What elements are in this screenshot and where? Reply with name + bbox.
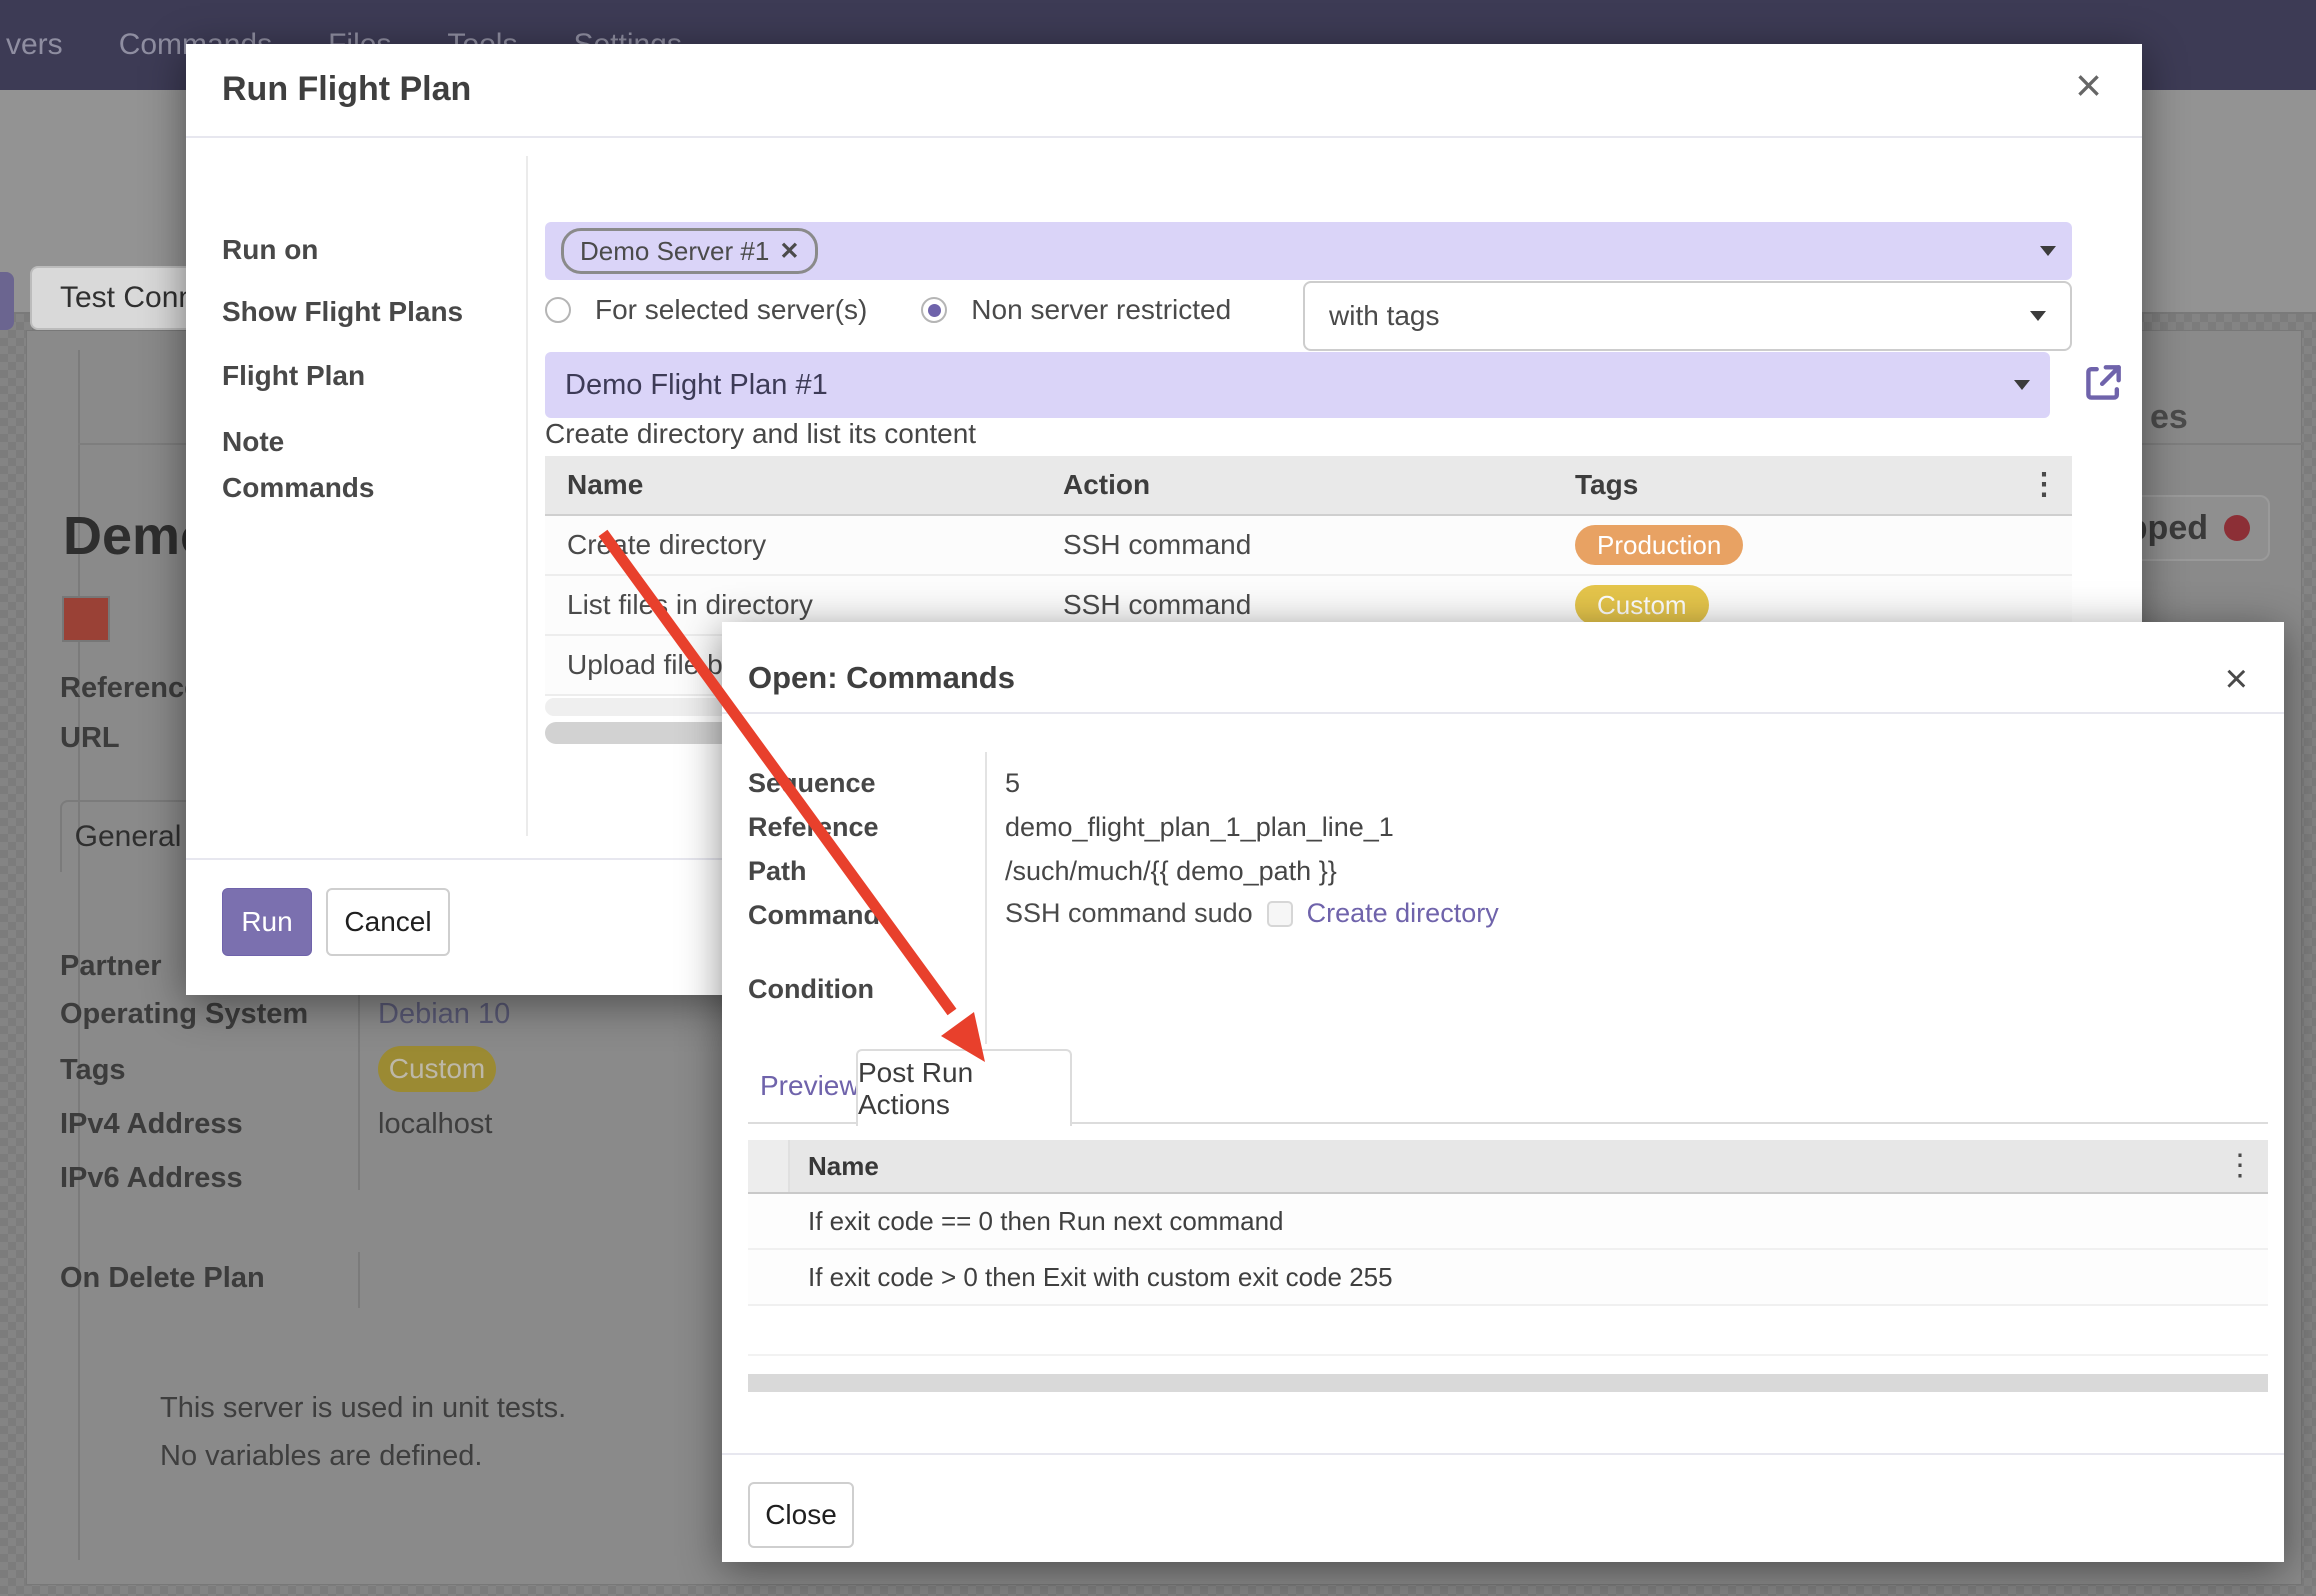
radio-for-selected-servers[interactable] (545, 297, 571, 323)
table-header-row: Name ⋮ (748, 1140, 2268, 1194)
col-name[interactable]: Name (545, 469, 1041, 501)
run-on-label: Run on (222, 234, 318, 266)
server-tag: Demo Server #1 ✕ (561, 228, 818, 274)
chevron-down-icon[interactable] (2040, 246, 2056, 256)
tags-label: Tags (60, 1054, 126, 1087)
with-tags-select[interactable]: with tags (1303, 281, 2072, 351)
table-options-icon[interactable]: ⋮ (2212, 1151, 2268, 1181)
close-icon[interactable]: × (2075, 62, 2102, 108)
column-divider-2 (358, 1252, 360, 1308)
ipv4-label: IPv4 Address (60, 1108, 243, 1141)
label-column-divider (526, 156, 528, 836)
radio-non-server-restricted[interactable] (921, 297, 947, 323)
cell-name: List files in directory (545, 589, 1041, 621)
header-divider (722, 712, 2284, 714)
path-label: Path (748, 856, 807, 887)
table-header-row: Name Action Tags ⋮ (545, 456, 2072, 516)
footer-divider (722, 1453, 2284, 1455)
flight-plan-select[interactable]: Demo Flight Plan #1 (545, 352, 2050, 418)
table-row[interactable]: If exit code == 0 then Run next command (748, 1194, 2268, 1250)
condition-label: Condition (748, 974, 874, 1005)
cell-tags: Production (1553, 525, 2016, 565)
color-swatch (62, 596, 110, 642)
run-button[interactable]: Run (222, 888, 312, 956)
field-divider (985, 752, 987, 1044)
tag-pill-custom: Custom (1575, 585, 1709, 625)
with-tags-value: with tags (1329, 300, 1440, 332)
cell-action: SSH command (1041, 529, 1553, 561)
tag-remove-icon[interactable]: ✕ (779, 237, 799, 266)
nav-item-servers[interactable]: vers (6, 28, 63, 62)
partner-label: Partner (60, 950, 162, 983)
modal-title: Run Flight Plan (222, 70, 471, 109)
close-button[interactable]: Close (748, 1482, 854, 1548)
run-on-field[interactable]: Demo Server #1 ✕ (545, 222, 2072, 280)
command-checkbox[interactable] (1267, 901, 1293, 927)
operating-system-value[interactable]: Debian 10 (378, 998, 510, 1031)
stat-button-fragment: es (2150, 398, 2188, 437)
radio-for-selected-servers-label[interactable]: For selected server(s) (595, 294, 867, 326)
col-tags[interactable]: Tags (1553, 469, 2016, 501)
on-delete-plan-label: On Delete Plan (60, 1262, 265, 1295)
selector-column (748, 1140, 790, 1192)
create-directory-link[interactable]: Create directory (1307, 898, 1499, 929)
ipv4-value: localhost (378, 1108, 492, 1141)
command-value: SSH command sudo (1005, 898, 1253, 929)
command-label: Command (748, 900, 880, 931)
external-link-icon[interactable] (2082, 360, 2126, 404)
scrollbar-track[interactable] (748, 1374, 2268, 1392)
show-flight-plans-label: Show Flight Plans (222, 296, 463, 328)
tag-pill-production: Production (1575, 525, 1743, 565)
tab-preview[interactable]: Preview (760, 1070, 860, 1102)
modal-title: Open: Commands (748, 660, 1015, 696)
col-action[interactable]: Action (1041, 469, 1553, 501)
radio-non-server-restricted-label[interactable]: Non server restricted (971, 294, 1231, 326)
empty-row (748, 1306, 2268, 1356)
cell-tags: Custom (1553, 585, 2016, 625)
table-row[interactable]: Create directory SSH command Production (545, 516, 2072, 576)
post-run-actions-table: Name ⋮ If exit code == 0 then Run next c… (748, 1140, 2268, 1356)
col-name[interactable]: Name (790, 1151, 2212, 1182)
url-label: URL (60, 722, 120, 755)
reference-value: demo_flight_plan_1_plan_line_1 (1005, 812, 1394, 843)
close-icon[interactable]: × (2225, 656, 2248, 702)
flight-plan-label: Flight Plan (222, 360, 365, 392)
table-row[interactable]: If exit code > 0 then Exit with custom e… (748, 1250, 2268, 1306)
chevron-down-icon (2030, 311, 2046, 321)
ipv6-label: IPv6 Address (60, 1162, 243, 1195)
server-tag-label: Demo Server #1 (580, 236, 769, 267)
cell-name: If exit code == 0 then Run next command (748, 1206, 1284, 1237)
flight-plan-value: Demo Flight Plan #1 (565, 369, 828, 402)
cancel-button[interactable]: Cancel (326, 888, 450, 956)
cell-name: Create directory (545, 529, 1041, 561)
reference-label: Reference (60, 672, 200, 705)
operating-system-label: Operating System (60, 998, 308, 1031)
sequence-value: 5 (1005, 768, 1020, 799)
status-stopped-dot (2224, 515, 2250, 541)
edge-button-fragment (0, 272, 14, 330)
no-variables-note: No variables are defined. (160, 1440, 482, 1473)
column-divider (358, 990, 360, 1190)
table-options-icon[interactable]: ⋮ (2016, 470, 2072, 500)
tag-pill-custom-bg: Custom (378, 1046, 496, 1092)
path-value: /such/much/{{ demo_path }} (1005, 856, 1337, 887)
cell-name: If exit code > 0 then Exit with custom e… (748, 1262, 1393, 1293)
commands-label: Commands (222, 472, 374, 504)
plan-caption: Create directory and list its content (545, 418, 976, 450)
header-divider (186, 136, 2142, 138)
tab-general[interactable]: General (60, 800, 196, 872)
open-commands-modal: Open: Commands × Sequence Reference Path… (722, 622, 2284, 1562)
tab-post-run-actions[interactable]: Post Run Actions (856, 1049, 1072, 1126)
unit-test-note: This server is used in unit tests. (160, 1392, 566, 1425)
cell-action: SSH command (1041, 589, 1553, 621)
sequence-label: Sequence (748, 768, 876, 799)
note-label: Note (222, 426, 284, 458)
command-row: SSH command sudo Create directory (1005, 898, 1499, 929)
chevron-down-icon (2014, 380, 2030, 390)
reference-label: Reference (748, 812, 879, 843)
